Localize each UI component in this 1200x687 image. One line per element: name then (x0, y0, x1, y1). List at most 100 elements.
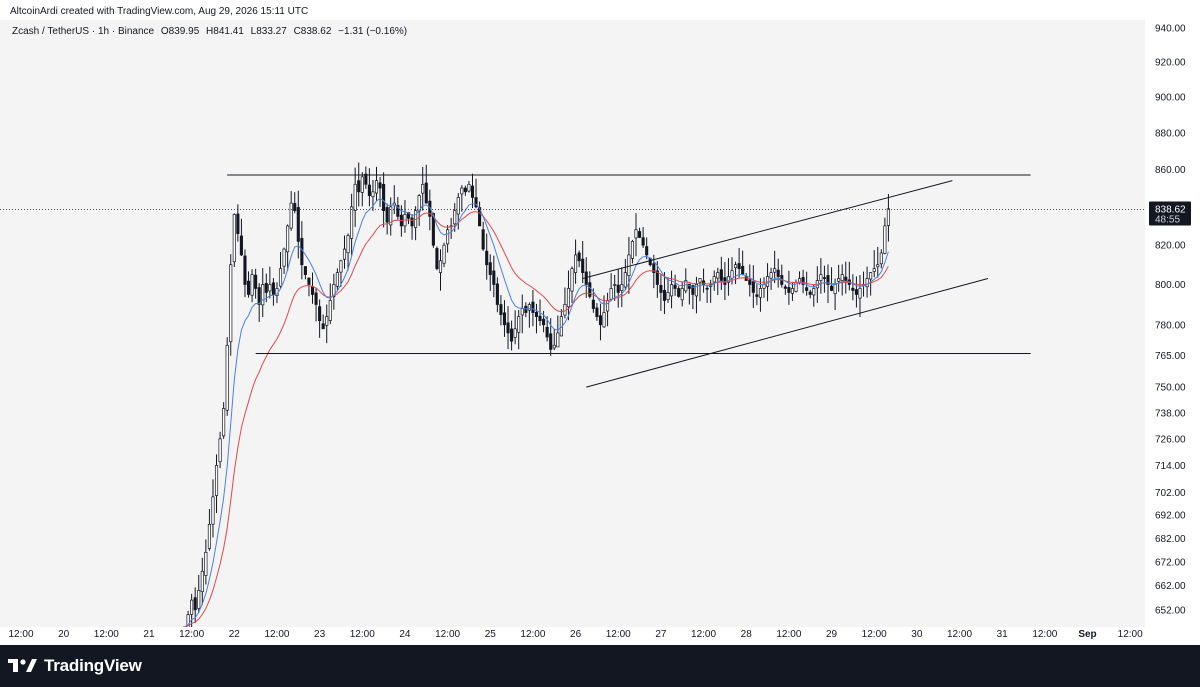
candle (506, 306, 510, 350)
candle (289, 191, 293, 231)
y-tick-label: 652.00 (1155, 605, 1186, 616)
candle (520, 294, 524, 334)
x-tick-label: 30 (911, 629, 923, 640)
candle (616, 268, 620, 308)
candle (755, 284, 759, 306)
candle (723, 262, 727, 301)
candle (822, 265, 826, 293)
x-tick-label: 20 (58, 629, 70, 640)
candle (232, 213, 236, 267)
x-tick-label: 12:00 (8, 629, 33, 640)
candle (250, 269, 254, 303)
candle (883, 217, 887, 255)
candle (204, 539, 208, 585)
candle (606, 292, 610, 327)
y-tick-label: 682.00 (1155, 534, 1186, 545)
candle (751, 265, 755, 309)
candle (495, 277, 499, 313)
y-tick-label: 920.00 (1155, 58, 1186, 69)
x-tick-label: 12:00 (691, 629, 716, 640)
channel-lower-line[interactable] (586, 278, 989, 388)
candle (485, 233, 489, 280)
candle (748, 264, 752, 297)
candle (364, 166, 368, 189)
candle (403, 200, 407, 233)
candle (470, 173, 475, 209)
legend-symbol: Zcash / TetherUS · 1h · Binance (12, 26, 155, 37)
candle (286, 224, 290, 271)
y-tick-label: 702.00 (1155, 488, 1186, 499)
candle (246, 271, 251, 298)
candle (321, 314, 325, 330)
candle (812, 284, 816, 307)
x-tick-label: 24 (399, 629, 411, 640)
candle (858, 275, 862, 317)
candle (414, 206, 418, 241)
candle (620, 267, 624, 308)
candle (737, 247, 741, 278)
x-tick-label: 12:00 (264, 629, 289, 640)
y-tick-label: 692.00 (1155, 511, 1186, 522)
candle (854, 276, 858, 308)
chart-legend: Zcash / TetherUS · 1h · Binance O839.95 … (12, 26, 411, 37)
candle (783, 284, 787, 295)
candle (271, 278, 275, 306)
candle (787, 270, 791, 305)
candle (410, 214, 414, 240)
x-tick-label: 12:00 (520, 629, 545, 640)
candle (634, 213, 638, 257)
candle (374, 166, 379, 202)
candle (211, 479, 215, 538)
candle (638, 227, 642, 239)
candle (641, 227, 645, 248)
candle (510, 320, 514, 351)
candle (563, 287, 567, 319)
candle (808, 289, 812, 299)
candle (502, 300, 507, 337)
candle (588, 271, 592, 299)
candle (719, 256, 723, 291)
candle (293, 192, 297, 214)
candle (687, 283, 691, 305)
candle (886, 193, 890, 242)
candle (670, 270, 674, 309)
candle (662, 272, 667, 315)
candle (318, 299, 322, 338)
candle (776, 258, 780, 288)
candle (744, 272, 748, 281)
candle (829, 267, 834, 292)
candle (332, 273, 336, 310)
y-tick-label: 900.00 (1155, 93, 1186, 104)
candle (424, 164, 428, 204)
candle (691, 284, 695, 310)
candle (310, 272, 315, 304)
candle (282, 247, 286, 274)
candle (630, 239, 635, 264)
candle (819, 258, 823, 294)
candle (531, 289, 535, 327)
candle (197, 574, 201, 614)
candle (694, 276, 699, 314)
candle (214, 454, 219, 514)
candle (844, 261, 848, 294)
tradingview-logo-icon (8, 659, 37, 672)
candle (517, 310, 521, 350)
x-tick-label: 12:00 (1118, 629, 1143, 640)
x-tick-label: 12:00 (350, 629, 375, 640)
candle (463, 185, 467, 196)
candle-countdown: 48:55 (1155, 215, 1180, 226)
x-tick-label: 28 (741, 629, 753, 640)
candle (225, 337, 229, 416)
candle (200, 557, 204, 606)
candle (261, 268, 265, 317)
x-tick-label: 31 (997, 629, 1009, 640)
candle (488, 254, 492, 291)
candle (389, 197, 393, 236)
footer-logo[interactable]: TradingView (8, 656, 142, 676)
y-tick-label: 940.00 (1155, 24, 1186, 35)
candle (243, 249, 247, 298)
candle (534, 303, 539, 334)
legend-high: H841.41 (206, 26, 244, 37)
candle (705, 284, 709, 303)
candle (357, 162, 361, 207)
